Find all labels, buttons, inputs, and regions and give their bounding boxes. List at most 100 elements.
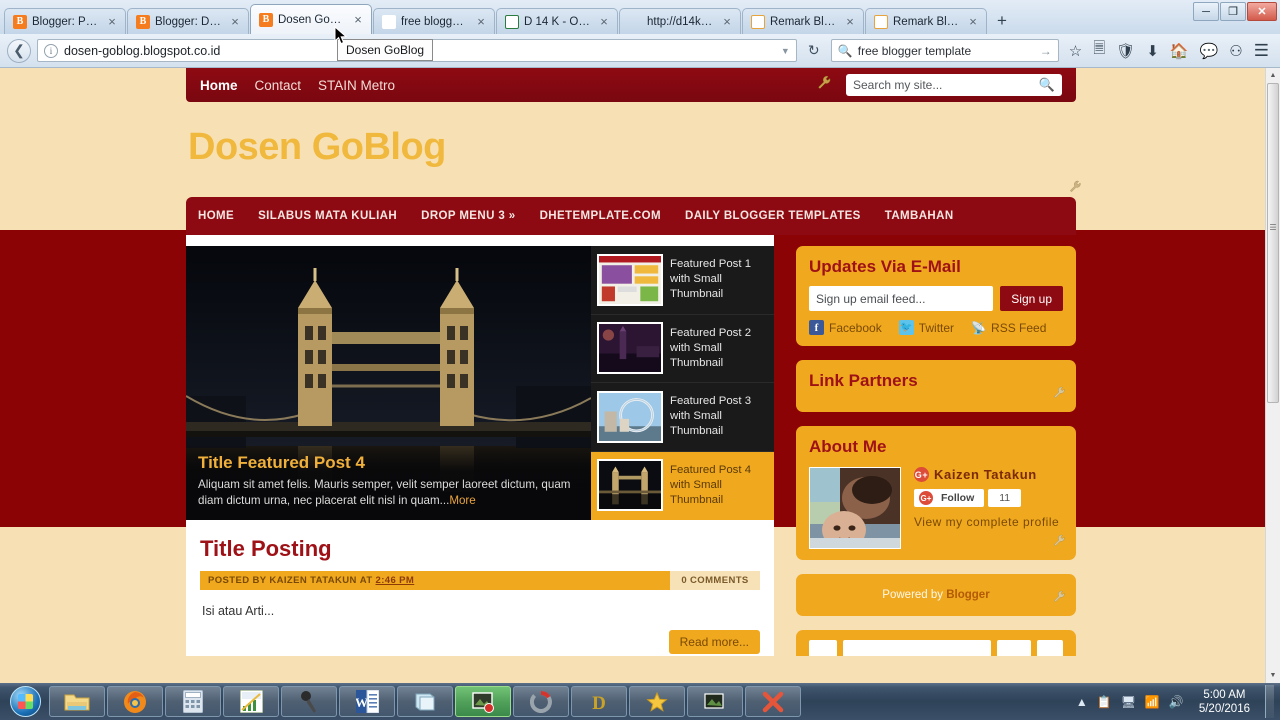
main-nav-item[interactable]: DAILY BLOGGER TEMPLATES <box>685 210 861 222</box>
featured-thumbnail-item[interactable]: Featured Post 4 with Small Thumbnail <box>591 451 774 520</box>
read-more-button[interactable]: Read more... <box>668 630 760 654</box>
top-nav-stain-metro[interactable]: STAIN Metro <box>318 78 395 93</box>
download-icon[interactable]: ⬇ <box>1146 42 1159 60</box>
wrench-icon[interactable] <box>1053 386 1066 404</box>
pocket-icon[interactable]: 🛡 <box>1116 42 1135 60</box>
top-nav-contact[interactable]: Contact <box>255 78 302 93</box>
taskbar-item-photo[interactable] <box>455 686 511 717</box>
maximize-restore-button[interactable]: ❐ <box>1220 2 1246 21</box>
site-info-icon[interactable]: i <box>44 43 58 58</box>
sidebar: Updates Via E-Mail Sign up email feed...… <box>796 235 1076 656</box>
search-input[interactable]: 🔍 free blogger template → <box>830 39 1059 62</box>
search-icon[interactable]: 🔍 <box>1039 77 1055 93</box>
scroll-down-button[interactable]: ▼ <box>1266 668 1280 683</box>
reload-icon[interactable]: ↻ <box>803 42 825 59</box>
security-icon[interactable]: 📋 <box>1097 695 1112 709</box>
post-timestamp[interactable]: 2:46 PM <box>376 575 415 586</box>
taskbar-item-paint[interactable] <box>687 686 743 717</box>
close-tab-icon[interactable]: × <box>843 15 857 28</box>
taskbar-item-word[interactable]: W <box>339 686 395 717</box>
featured-more-link[interactable]: More <box>449 494 475 507</box>
menu-icon[interactable]: ☰ <box>1254 41 1269 61</box>
browser-tab[interactable]: B Blogger: Perso... × <box>4 8 126 34</box>
close-window-button[interactable]: ✕ <box>1247 2 1277 21</box>
wrench-icon[interactable] <box>1069 180 1082 198</box>
taskbar-item-microphone[interactable] <box>281 686 337 717</box>
about-author-name[interactable]: Kaizen Tatakun <box>934 467 1037 482</box>
top-nav-home[interactable]: Home <box>200 78 238 93</box>
main-nav-item[interactable]: HOME <box>198 210 234 222</box>
back-arrow-icon[interactable]: ❮ <box>7 38 31 63</box>
post-comments-count[interactable]: 0 COMMENTS <box>670 571 760 590</box>
close-tab-icon[interactable]: × <box>720 15 734 28</box>
taskbar-clock[interactable]: 5:00 AM 5/20/2016 <box>1193 688 1256 716</box>
main-nav-item[interactable]: DROP MENU 3 » <box>421 210 515 222</box>
taskbar-item-xnview[interactable] <box>745 686 801 717</box>
close-tab-icon[interactable]: × <box>597 15 611 28</box>
chevron-down-icon[interactable]: ▼ <box>781 46 790 56</box>
close-tab-icon[interactable]: × <box>966 15 980 28</box>
taskbar-item-notebook[interactable] <box>397 686 453 717</box>
main-nav-item[interactable]: TAMBAHAN <box>885 210 954 222</box>
taskbar-item-firefox[interactable] <box>107 686 163 717</box>
main-nav-item[interactable]: DHETEMPLATE.COM <box>540 210 661 222</box>
new-tab-button[interactable]: + <box>988 8 1016 34</box>
close-tab-icon[interactable]: × <box>105 15 119 28</box>
taskbar-item-calculator[interactable] <box>165 686 221 717</box>
close-tab-icon[interactable]: × <box>474 15 488 28</box>
taskbar-item-chart[interactable] <box>223 686 279 717</box>
start-button[interactable] <box>2 685 48 718</box>
wrench-icon[interactable] <box>1053 534 1066 552</box>
featured-thumbnail-item[interactable]: Featured Post 1 with Small Thumbnail <box>591 246 774 315</box>
taskbar-item-explorer[interactable] <box>49 686 105 717</box>
signup-button[interactable]: Sign up <box>1000 286 1063 311</box>
volume-icon[interactable]: 🔊 <box>1169 695 1184 709</box>
taskbar-item-dreamweaver[interactable]: D <box>571 686 627 717</box>
browser-tab[interactable]: B Dosen GoBlog × <box>250 4 372 34</box>
scrollbar-thumb[interactable] <box>1267 83 1279 403</box>
signal-icon[interactable]: 📶 <box>1145 695 1160 709</box>
show-hidden-icons-button[interactable]: ▲ <box>1076 695 1088 709</box>
taskbar-item-loader[interactable] <box>513 686 569 717</box>
minimize-button[interactable]: ─ <box>1193 2 1219 21</box>
follow-label: Follow <box>941 492 975 504</box>
close-tab-icon[interactable]: × <box>228 15 242 28</box>
featured-slide[interactable]: Title Featured Post 4 Aliquam sit amet f… <box>186 246 591 520</box>
sync-icon[interactable]: ⚇ <box>1229 42 1242 60</box>
chat-icon[interactable]: 💬 <box>1200 42 1219 60</box>
network-action-icon[interactable]: 🖥 <box>1121 695 1136 709</box>
avatar[interactable] <box>809 467 901 549</box>
blog-title[interactable]: Dosen GoBlog <box>186 102 1076 169</box>
reading-list-icon[interactable]: 🗏 <box>1093 38 1105 63</box>
browser-tab[interactable]: D Remark Blogg... × <box>865 8 987 34</box>
browser-tab[interactable]: Gfree blogger te... × <box>373 8 495 34</box>
browser-tab[interactable]: B Blogger: Dose... × <box>127 8 249 34</box>
search-go-icon[interactable]: → <box>1040 44 1052 58</box>
twitter-link[interactable]: 🐦 Twitter <box>898 320 954 335</box>
show-desktop-button[interactable] <box>1265 685 1274 718</box>
facebook-link[interactable]: f Facebook <box>809 320 882 335</box>
main-nav-item[interactable]: SILABUS MATA KULIAH <box>258 210 397 222</box>
follow-button[interactable]: G+ Follow <box>914 489 985 507</box>
email-input[interactable]: Sign up email feed... <box>809 286 994 311</box>
browser-tab[interactable]: D D 14 K - ONLINE × <box>496 8 618 34</box>
featured-title[interactable]: Title Featured Post 4 <box>198 453 579 473</box>
browser-tab[interactable]: http://d14k.blogsp... × <box>619 8 741 34</box>
browser-tab[interactable]: D Remark Blogg... × <box>742 8 864 34</box>
star-icon[interactable]: ☆ <box>1069 42 1082 60</box>
close-tab-icon[interactable]: × <box>351 13 365 26</box>
rss-link[interactable]: 📡 RSS Feed <box>971 320 1046 335</box>
view-profile-link[interactable]: View my complete profile <box>914 515 1059 529</box>
blogger-link[interactable]: Blogger <box>946 589 989 601</box>
windows-taskbar: W D ▲ 📋 🖥 📶 🔊 5:00 AM 5/20/2016 <box>0 683 1280 720</box>
wrench-icon[interactable] <box>817 75 832 95</box>
scroll-up-button[interactable]: ▲ <box>1266 68 1280 83</box>
home-icon[interactable]: 🏠 <box>1170 42 1189 60</box>
site-search-input[interactable]: Search my site... 🔍 <box>846 74 1062 96</box>
wrench-icon[interactable] <box>1053 590 1066 608</box>
featured-thumbnail-item[interactable]: Featured Post 3 with Small Thumbnail <box>591 383 774 452</box>
post-title[interactable]: Title Posting <box>200 536 760 562</box>
featured-thumbnail-item[interactable]: Featured Post 2 with Small Thumbnail <box>591 314 774 383</box>
vertical-scrollbar[interactable]: ▲ ☰ ▼ <box>1265 68 1280 683</box>
taskbar-item-star[interactable] <box>629 686 685 717</box>
